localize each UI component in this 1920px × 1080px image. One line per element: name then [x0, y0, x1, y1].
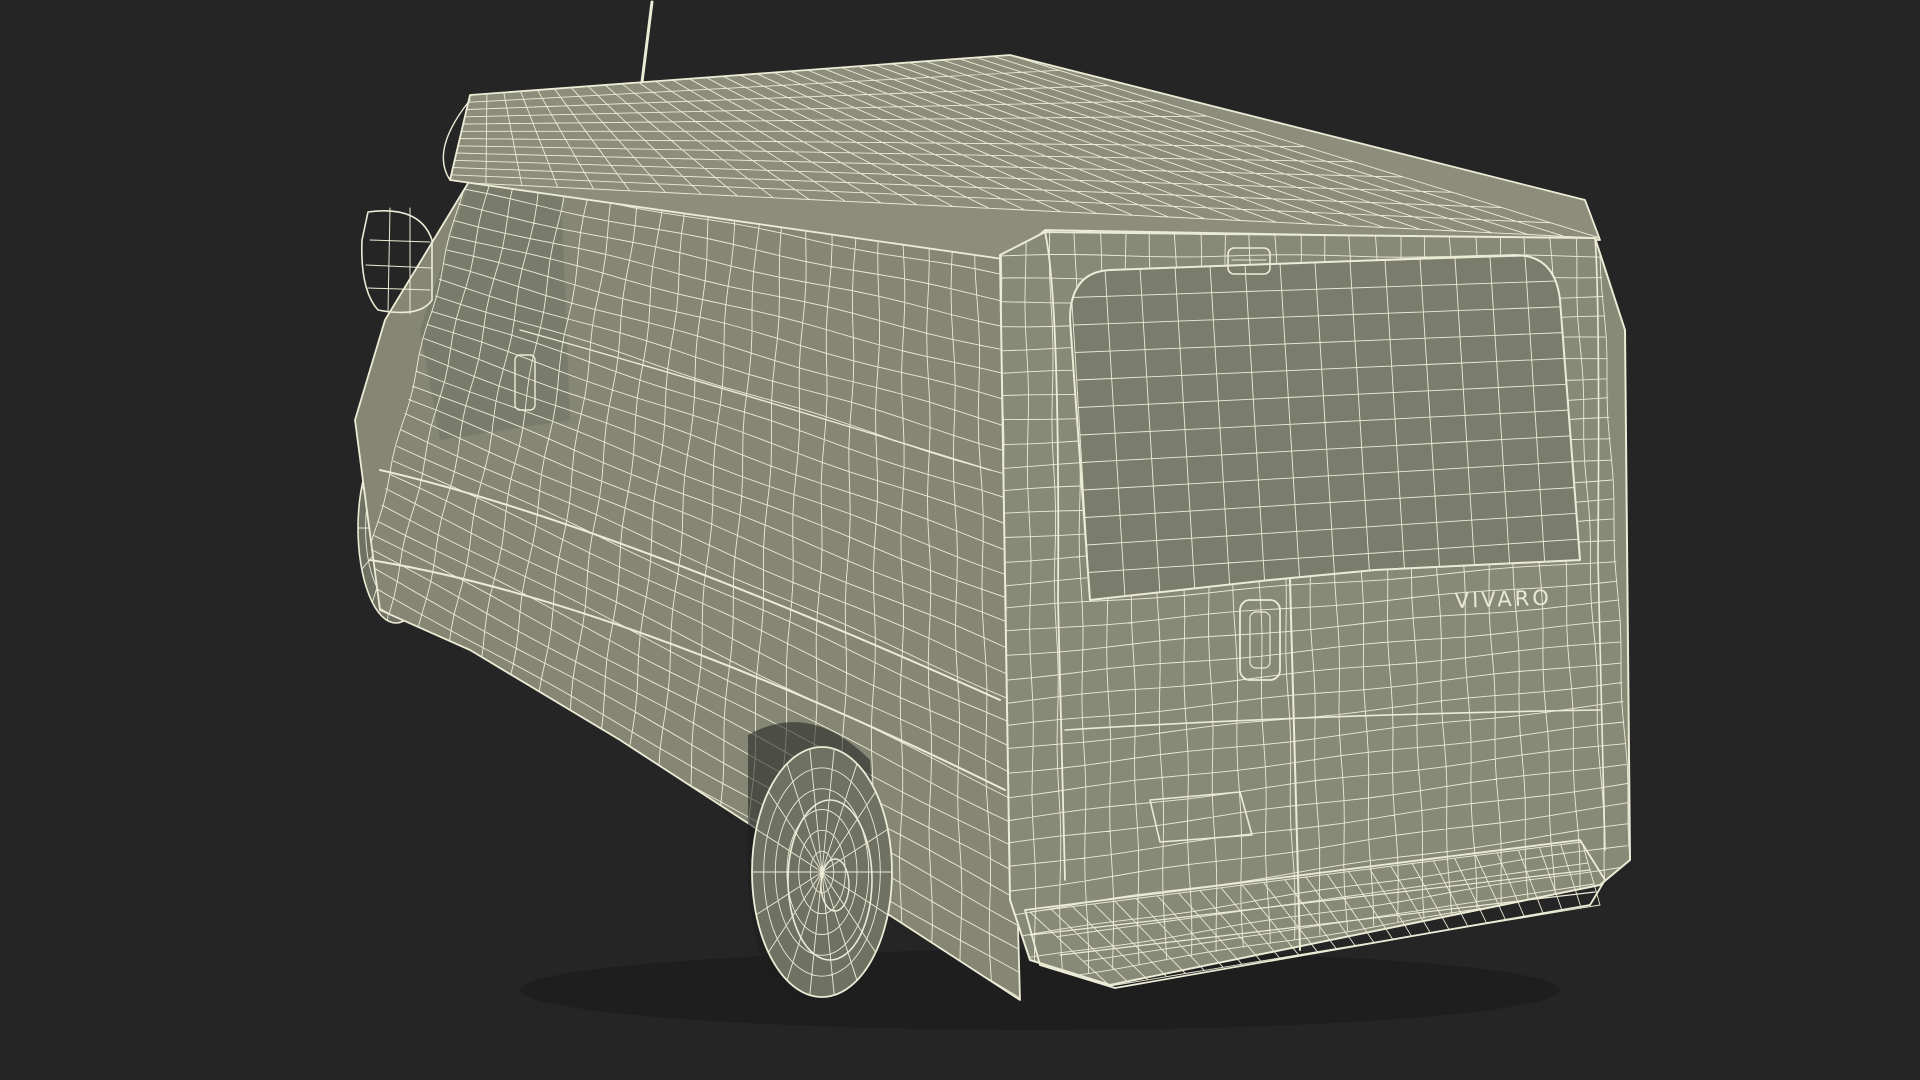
emblem-text: VIVARO [1454, 586, 1552, 613]
rear-window [1069, 254, 1581, 601]
render-viewport: VIVARO [0, 0, 1920, 1080]
